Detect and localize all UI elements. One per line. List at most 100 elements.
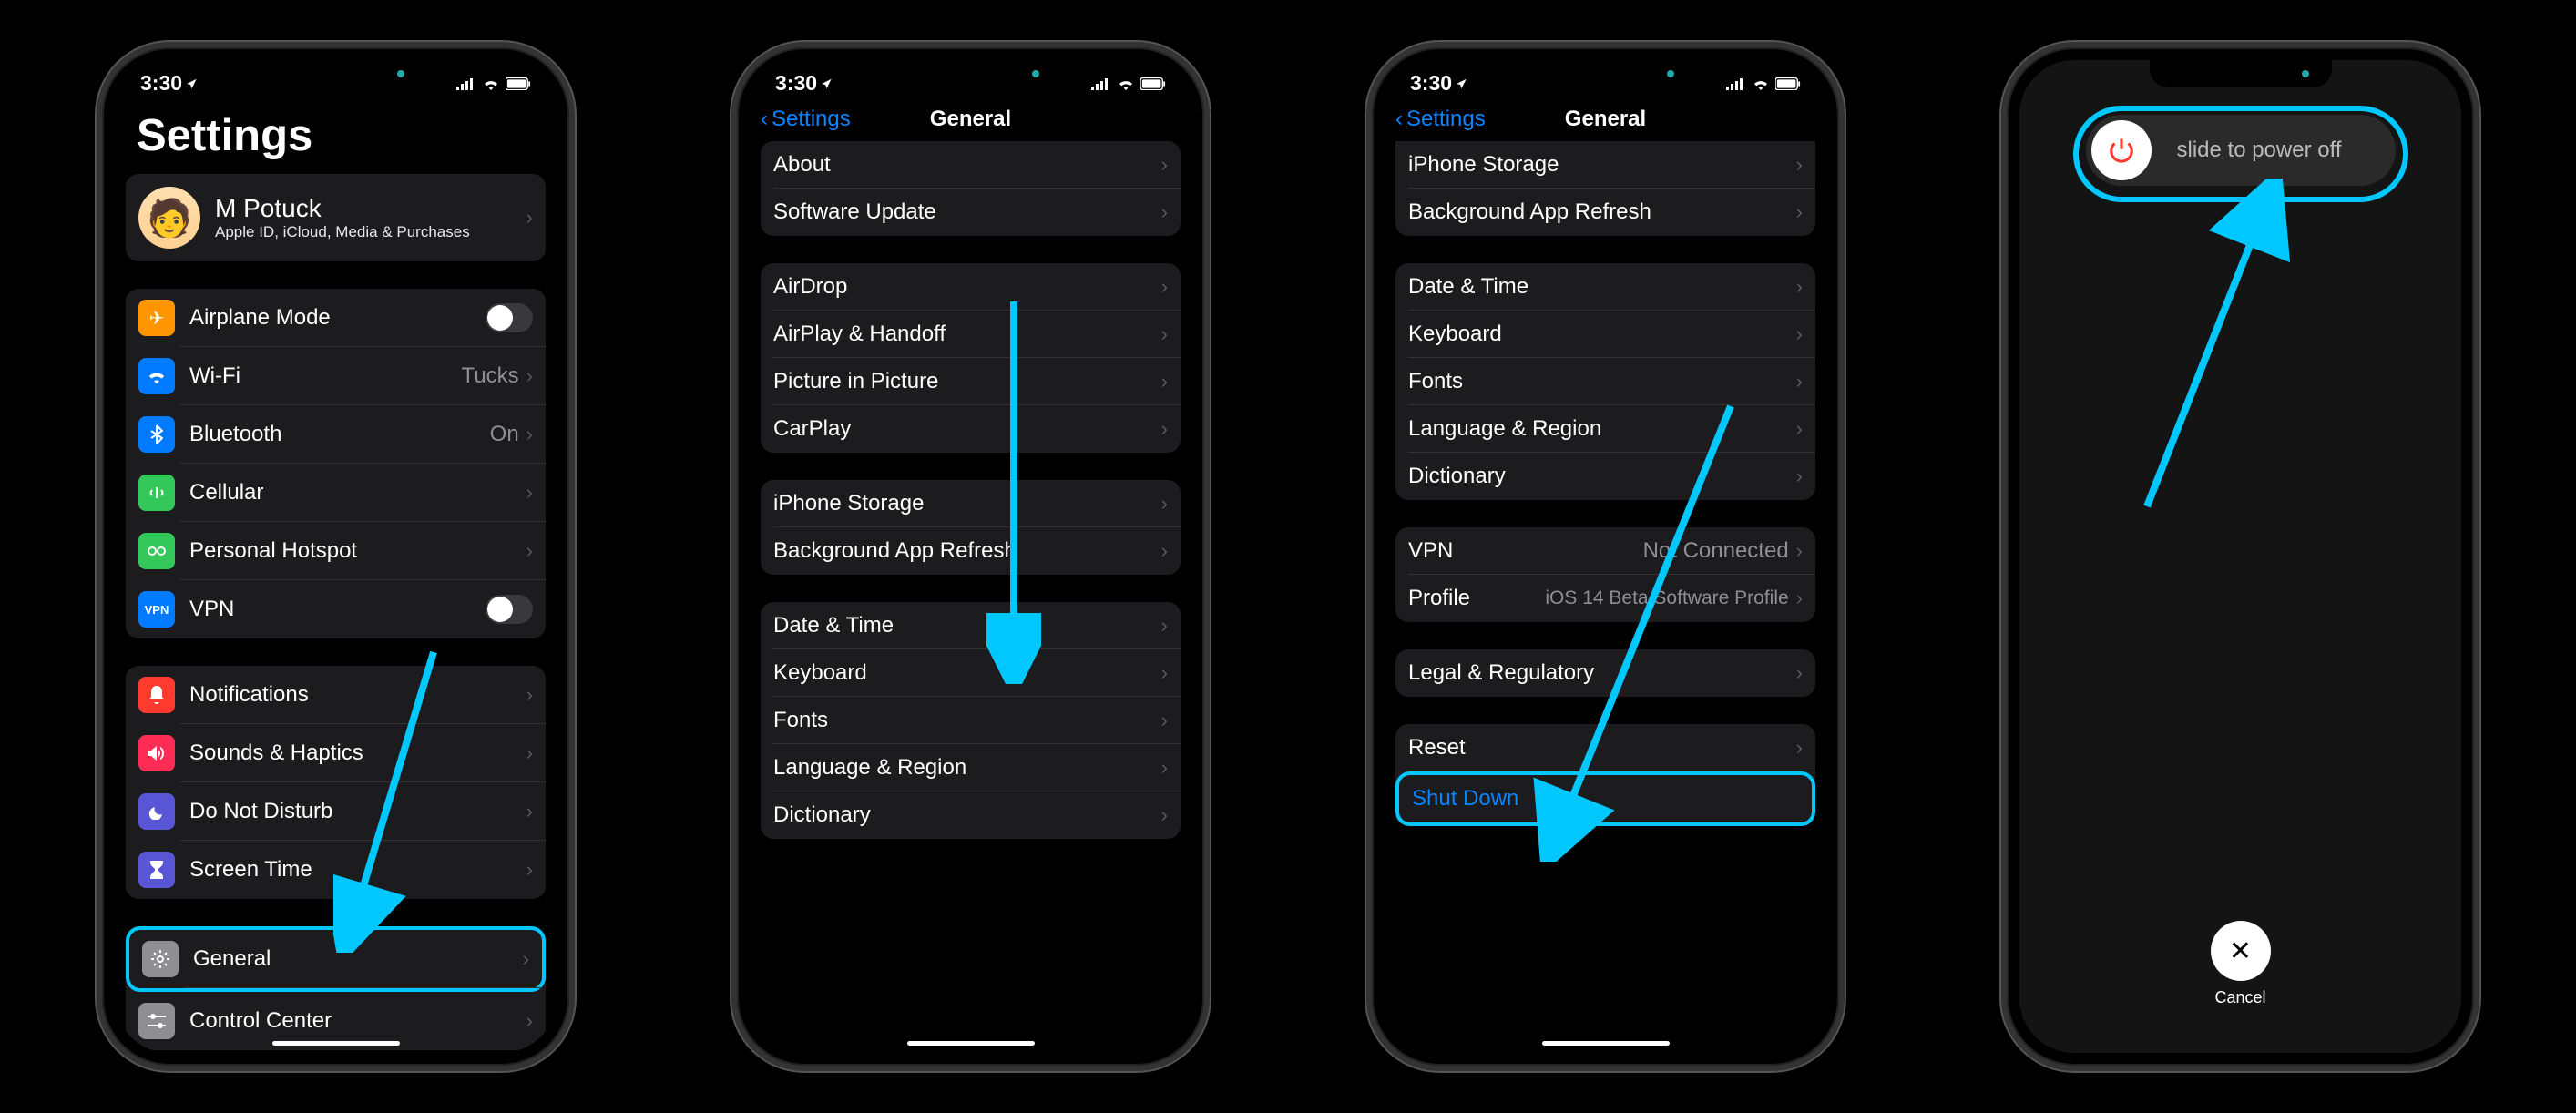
row-label: Reset bbox=[1408, 735, 1796, 761]
back-button[interactable]: ‹ Settings bbox=[761, 107, 851, 132]
vpn-row[interactable]: VPNNot Connected› bbox=[1395, 527, 1815, 575]
cancel-button[interactable]: ✕ bbox=[2211, 921, 2271, 981]
chevron-icon: › bbox=[526, 1009, 533, 1033]
chevron-icon: › bbox=[1161, 614, 1168, 638]
chevron-icon: › bbox=[526, 858, 533, 882]
bluetooth-value: On bbox=[490, 422, 519, 447]
row-label: Legal & Regulatory bbox=[1408, 660, 1796, 686]
row-label: Keyboard bbox=[773, 660, 1161, 686]
location-icon bbox=[186, 71, 199, 96]
battery-icon bbox=[1140, 77, 1166, 90]
vpn-toggle[interactable] bbox=[486, 595, 533, 624]
row-label: AirDrop bbox=[773, 274, 1161, 300]
status-time: 3:30 bbox=[140, 71, 182, 96]
profile-row[interactable]: ProfileiOS 14 Beta Software Profile› bbox=[1395, 575, 1815, 622]
airdrop-row[interactable]: AirDrop› bbox=[761, 263, 1181, 311]
chevron-icon: › bbox=[1796, 539, 1803, 563]
dictionary-row[interactable]: Dictionary› bbox=[1395, 453, 1815, 500]
battery-icon bbox=[506, 77, 531, 90]
dnd-row[interactable]: Do Not Disturb › bbox=[126, 782, 546, 841]
row-label: Profile bbox=[1408, 586, 1545, 611]
phone-screen-2: 3:30 ‹ Settings General About› Software … bbox=[750, 60, 1191, 1053]
bluetooth-icon bbox=[138, 416, 175, 453]
phone-frame-3: 3:30 ‹ Settings General iPhone Storage› … bbox=[1366, 42, 1845, 1071]
row-label: Shut Down bbox=[1412, 786, 1799, 812]
wifi-row[interactable]: Wi-Fi Tucks › bbox=[126, 347, 546, 405]
row-label: Date & Time bbox=[1408, 274, 1796, 300]
home-indicator[interactable] bbox=[907, 1041, 1035, 1046]
general-row[interactable]: General › bbox=[126, 926, 546, 992]
keyboard-row[interactable]: Keyboard› bbox=[761, 649, 1181, 697]
chevron-icon: › bbox=[1796, 736, 1803, 760]
keyboard-row[interactable]: Keyboard› bbox=[1395, 311, 1815, 358]
chevron-icon: › bbox=[1161, 153, 1168, 177]
sounds-row[interactable]: Sounds & Haptics › bbox=[126, 724, 546, 782]
airplane-mode-row[interactable]: ✈︎ Airplane Mode bbox=[126, 289, 546, 347]
chevron-icon: › bbox=[1796, 200, 1803, 224]
pip-row[interactable]: Picture in Picture› bbox=[761, 358, 1181, 405]
control-label: Control Center bbox=[189, 1008, 526, 1034]
notifications-row[interactable]: Notifications › bbox=[126, 666, 546, 724]
screentime-label: Screen Time bbox=[189, 857, 526, 883]
chevron-icon: › bbox=[526, 539, 533, 563]
home-indicator[interactable] bbox=[272, 1041, 400, 1046]
language-row[interactable]: Language & Region› bbox=[1395, 405, 1815, 453]
chevron-icon: › bbox=[1161, 756, 1168, 780]
back-button[interactable]: ‹ Settings bbox=[1395, 107, 1486, 132]
fonts-row[interactable]: Fonts› bbox=[1395, 358, 1815, 405]
storage-row[interactable]: iPhone Storage› bbox=[1395, 141, 1815, 189]
location-icon bbox=[1456, 71, 1468, 96]
notch bbox=[245, 60, 427, 87]
profile-name: M Potuck bbox=[215, 194, 526, 223]
notch bbox=[2150, 60, 2332, 87]
language-row[interactable]: Language & Region› bbox=[761, 744, 1181, 791]
signal-icon bbox=[1091, 77, 1111, 90]
carplay-row[interactable]: CarPlay› bbox=[761, 405, 1181, 453]
datetime-row[interactable]: Date & Time› bbox=[761, 602, 1181, 649]
status-right-icons bbox=[456, 77, 531, 90]
status-time: 3:30 bbox=[1410, 71, 1452, 96]
row-label: Picture in Picture bbox=[773, 369, 1161, 394]
chevron-icon: › bbox=[1161, 539, 1168, 563]
sounds-label: Sounds & Haptics bbox=[189, 740, 526, 766]
airplane-toggle[interactable] bbox=[486, 303, 533, 332]
wifi-settings-icon bbox=[138, 358, 175, 394]
about-row[interactable]: About› bbox=[761, 141, 1181, 189]
screentime-row[interactable]: Screen Time › bbox=[126, 841, 546, 899]
software-update-row[interactable]: Software Update› bbox=[761, 189, 1181, 236]
chevron-icon: › bbox=[1796, 153, 1803, 177]
chevron-left-icon: ‹ bbox=[761, 107, 768, 132]
cellular-row[interactable]: Cellular › bbox=[126, 464, 546, 522]
bg-refresh-row[interactable]: Background App Refresh› bbox=[761, 527, 1181, 575]
chevron-icon: › bbox=[1161, 322, 1168, 346]
phone-frame-1: 3:30 Settings 🧑 M Potuck Apple ID, iCl bbox=[97, 42, 575, 1071]
airplane-icon: ✈︎ bbox=[138, 300, 175, 336]
row-label: CarPlay bbox=[773, 416, 1161, 442]
chevron-icon: › bbox=[526, 741, 533, 765]
row-label: Software Update bbox=[773, 199, 1161, 225]
fonts-row[interactable]: Fonts› bbox=[761, 697, 1181, 744]
vpn-label: VPN bbox=[189, 597, 486, 622]
legal-row[interactable]: Legal & Regulatory› bbox=[1395, 649, 1815, 697]
signal-icon bbox=[456, 77, 476, 90]
hotspot-row[interactable]: Personal Hotspot › bbox=[126, 522, 546, 580]
wifi-label: Wi-Fi bbox=[189, 363, 462, 389]
chevron-icon: › bbox=[1796, 661, 1803, 685]
shutdown-row[interactable]: Shut Down bbox=[1395, 771, 1815, 826]
home-indicator[interactable] bbox=[1542, 1041, 1670, 1046]
bg-refresh-row[interactable]: Background App Refresh› bbox=[1395, 189, 1815, 236]
storage-row[interactable]: iPhone Storage› bbox=[761, 480, 1181, 527]
airplay-row[interactable]: AirPlay & Handoff› bbox=[761, 311, 1181, 358]
dnd-label: Do Not Disturb bbox=[189, 799, 526, 824]
bluetooth-row[interactable]: Bluetooth On › bbox=[126, 405, 546, 464]
apple-id-row[interactable]: 🧑 M Potuck Apple ID, iCloud, Media & Pur… bbox=[126, 174, 546, 261]
dictionary-row[interactable]: Dictionary› bbox=[761, 791, 1181, 839]
datetime-row[interactable]: Date & Time› bbox=[1395, 263, 1815, 311]
chevron-icon: › bbox=[1161, 200, 1168, 224]
vpn-row[interactable]: VPN VPN bbox=[126, 580, 546, 638]
moon-icon bbox=[138, 793, 175, 830]
general-group: General › Control Center › bbox=[126, 926, 546, 1050]
reset-row[interactable]: Reset› bbox=[1395, 724, 1815, 771]
avatar: 🧑 bbox=[138, 187, 200, 249]
chevron-icon: › bbox=[1796, 587, 1803, 610]
